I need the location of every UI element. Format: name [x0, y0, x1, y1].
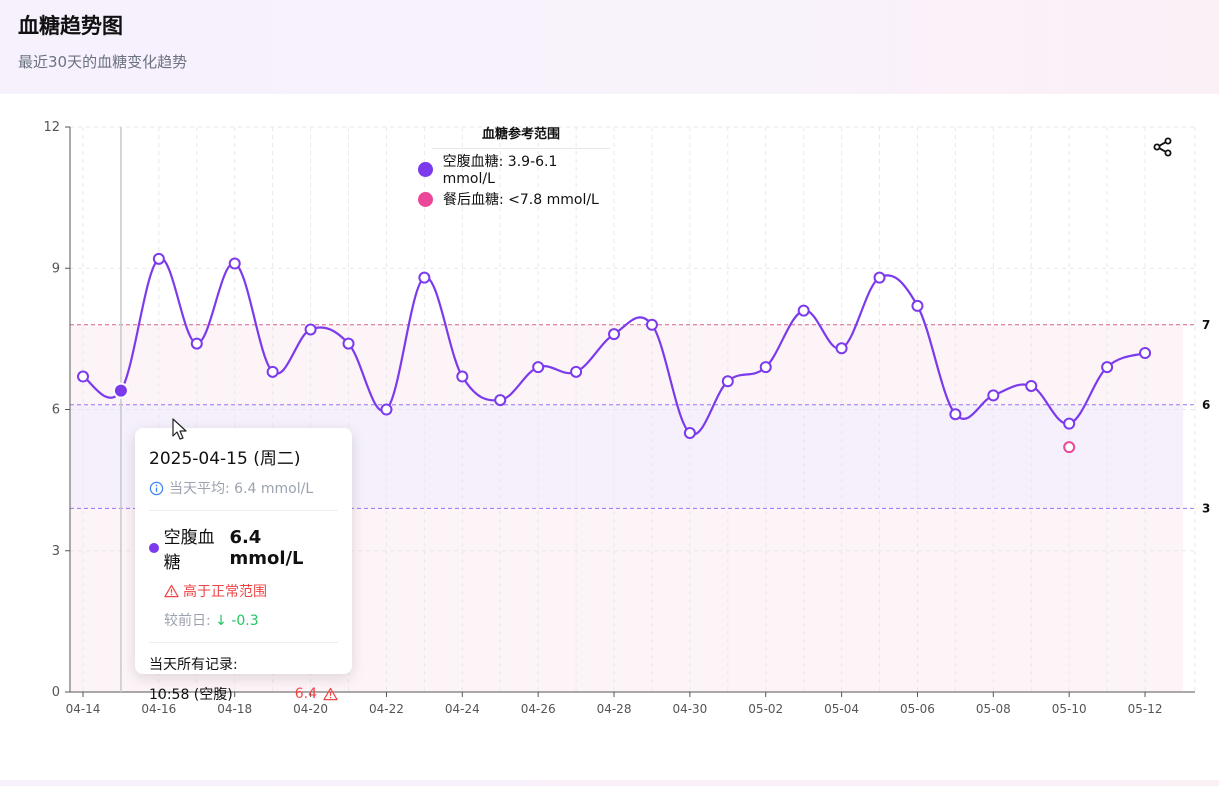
y-tick-label: 6	[52, 403, 60, 418]
page-subtitle: 最近30天的血糖变化趋势	[18, 53, 188, 71]
data-point	[494, 394, 507, 407]
data-point	[570, 365, 583, 378]
reference-line-label: 7	[1202, 318, 1210, 332]
data-point	[1025, 379, 1038, 392]
data-point	[266, 365, 279, 378]
legend-item-fasting[interactable]: 空腹血糖: 3.9-6.1 mmol/L	[418, 154, 610, 187]
data-point	[228, 257, 241, 270]
chart-legend: 血糖参考范围 空腹血糖: 3.9-6.1 mmol/L 餐后血糖: <7.8 m…	[418, 123, 610, 209]
tooltip-main-reading: 空腹血糖 6.4 mmol/L	[149, 523, 338, 573]
tooltip-record-row: 10:58 (空腹) 6.4	[149, 684, 338, 704]
info-icon	[149, 481, 164, 495]
tooltip-records-title: 当天所有记录:	[149, 657, 238, 673]
y-tick-label: 3	[52, 544, 60, 559]
tooltip-average: 当天平均: 6.4 mmol/L	[149, 478, 338, 498]
postmeal-data-point	[1063, 441, 1076, 454]
legend-label-postmeal: 餐后血糖: <7.8 mmol/L	[443, 192, 599, 208]
page-title: 血糖趋势图	[18, 14, 123, 38]
x-tick-label: 05-02	[748, 702, 783, 716]
data-point	[1063, 417, 1076, 430]
data-point	[342, 337, 355, 350]
x-tick-label: 04-26	[521, 702, 556, 716]
data-point	[418, 271, 431, 284]
data-point	[683, 427, 696, 440]
y-tick-label: 9	[52, 261, 60, 276]
tooltip-prev-label: 较前日:	[164, 613, 216, 629]
x-tick-label: 04-22	[369, 702, 404, 716]
data-point	[380, 403, 393, 416]
data-point	[873, 271, 886, 284]
x-tick-label: 04-28	[597, 702, 632, 716]
legend-label-fasting: 空腹血糖: 3.9-6.1 mmol/L	[442, 154, 558, 187]
tooltip-prev-day: 较前日: ↓ -0.3	[164, 610, 338, 630]
active-data-point	[112, 382, 129, 399]
data-point	[1139, 347, 1152, 359]
data-point	[987, 389, 1000, 402]
tooltip-main-value: 6.4 mmol/L	[229, 527, 304, 569]
tooltip-warning: 高于正常范围	[164, 581, 338, 601]
tooltip-record-value-wrap: 6.4	[295, 684, 338, 704]
tooltip-prev-delta: ↓ -0.3	[215, 613, 259, 629]
tooltip-record-time: 10:58 (空腹)	[149, 687, 233, 703]
tooltip-divider	[149, 510, 338, 511]
legend-dot-fasting	[418, 161, 433, 177]
tooltip-main-label: 空腹血糖	[163, 528, 215, 573]
tooltip-date: 2025-04-15 (周二)	[149, 449, 301, 469]
reference-line-label: 6	[1202, 398, 1210, 412]
x-tick-label: 04-14	[66, 702, 101, 716]
page-header: 血糖趋势图 最近30天的血糖变化趋势	[0, 0, 1219, 94]
page-footer-strip	[0, 780, 1219, 786]
data-point	[835, 342, 848, 355]
tooltip-divider-2	[149, 642, 338, 643]
x-tick-label: 04-30	[672, 702, 707, 716]
share-icon	[1153, 137, 1172, 157]
x-tick-label: 04-20	[293, 702, 328, 716]
legend-item-postmeal[interactable]: 餐后血糖: <7.8 mmol/L	[418, 189, 610, 209]
warning-icon	[164, 584, 179, 598]
y-tick-label: 0	[52, 685, 60, 700]
data-point	[456, 370, 469, 383]
legend-dot-postmeal	[418, 191, 433, 207]
x-tick-label: 05-08	[976, 702, 1011, 716]
tooltip-warning-text: 高于正常范围	[183, 584, 267, 600]
reference-line-label: 3	[1202, 501, 1210, 515]
x-tick-label: 05-12	[1128, 702, 1163, 716]
data-point	[797, 304, 810, 317]
x-tick-label: 05-10	[1052, 702, 1087, 716]
x-tick-label: 04-24	[445, 702, 480, 716]
data-point	[608, 328, 621, 341]
data-point	[645, 318, 658, 331]
data-point	[1101, 361, 1114, 374]
x-tick-label: 05-04	[824, 702, 859, 716]
x-tick-label: 04-16	[141, 702, 176, 716]
warning-icon	[323, 687, 338, 701]
tooltip-series-dot	[149, 543, 159, 553]
data-point	[911, 299, 924, 312]
share-button[interactable]	[1151, 135, 1175, 159]
data-point	[152, 252, 165, 265]
x-tick-label: 04-18	[217, 702, 252, 716]
data-point	[190, 337, 203, 350]
data-point	[304, 323, 317, 336]
data-point	[721, 375, 734, 388]
data-point	[532, 361, 545, 374]
data-tooltip: 2025-04-15 (周二) 当天平均: 6.4 mmol/L 空腹血糖 6.…	[135, 428, 352, 703]
data-point	[759, 361, 772, 374]
mouse-cursor-icon	[172, 418, 187, 440]
legend-title: 血糖参考范围	[432, 123, 610, 149]
data-point	[77, 370, 89, 383]
x-tick-label: 05-06	[900, 702, 935, 716]
tooltip-average-text: 当天平均: 6.4 mmol/L	[169, 481, 314, 497]
tooltip-record-value: 6.4	[294, 686, 317, 702]
y-tick-label: 12	[43, 120, 60, 135]
data-point	[949, 408, 962, 421]
